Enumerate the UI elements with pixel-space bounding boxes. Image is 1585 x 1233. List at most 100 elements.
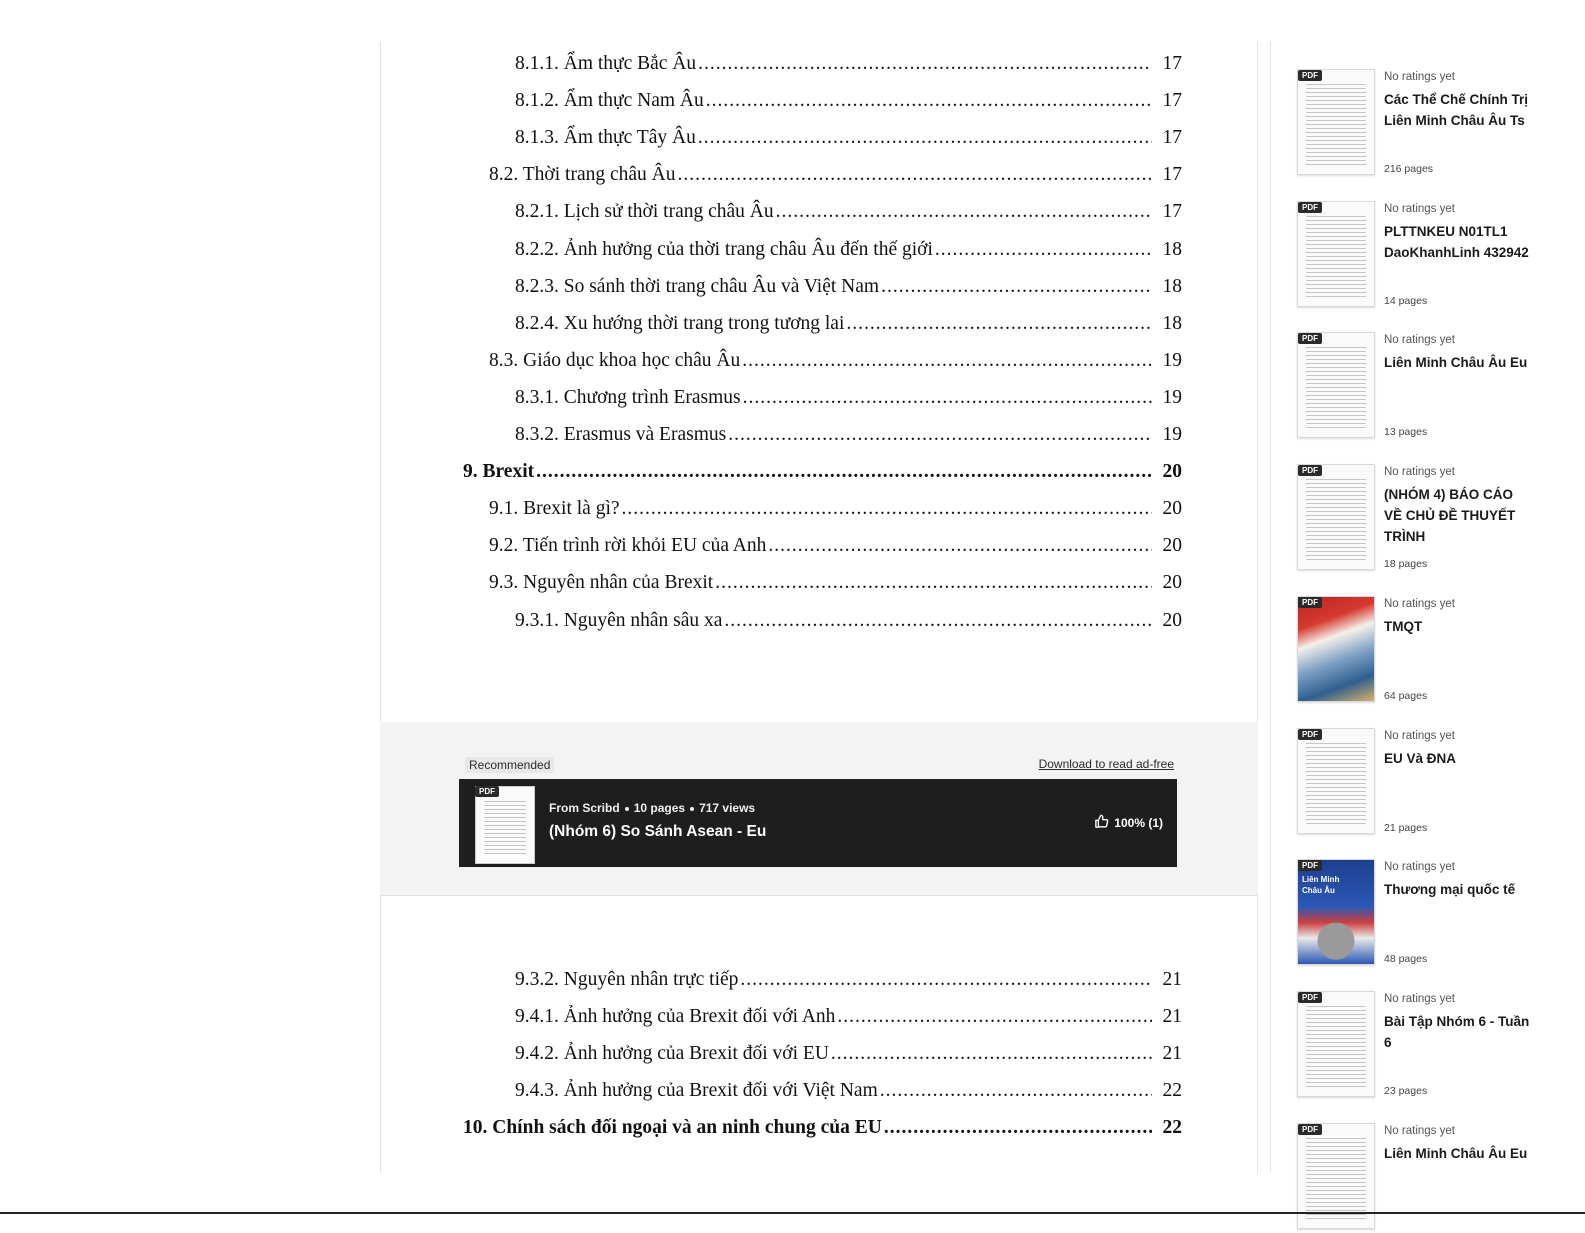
document-rating: No ratings yet bbox=[1384, 71, 1455, 83]
document-thumbnail[interactable]: PDF bbox=[1297, 464, 1375, 571]
related-document-item[interactable]: PDF No ratings yet Các Thể Chế Chính Trị L… bbox=[1297, 69, 1577, 179]
document-title[interactable]: Các Thể Chế Chính Trị Liên Minh Châu Âu … bbox=[1384, 89, 1534, 131]
thumbs-up-icon bbox=[1094, 814, 1109, 832]
document-title[interactable]: Liên Minh Châu Âu Eu bbox=[1384, 352, 1534, 373]
document-title[interactable]: TMQT bbox=[1384, 616, 1534, 637]
toc-dot-leader bbox=[881, 276, 1152, 298]
toc-entry[interactable]: 8.2.4. Xu hướng thời trang trong tương l… bbox=[381, 313, 1257, 335]
toc-entry[interactable]: 9.3.2. Nguyên nhân trực tiếp 21 bbox=[381, 969, 1257, 991]
toc-entry[interactable]: 8.3.1. Chương trình Erasmus 19 bbox=[381, 387, 1257, 409]
toc-entry[interactable]: 8.2.3. So sánh thời trang châu Âu và Việ… bbox=[381, 276, 1257, 298]
document-rating: No ratings yet bbox=[1384, 1124, 1455, 1137]
document-thumbnail[interactable]: PDF bbox=[1297, 69, 1375, 175]
download-ad-free-link[interactable]: Download to read ad-free bbox=[1039, 757, 1174, 771]
related-document-item[interactable]: PDF No ratings yet (NHÓM 4) BÁO CÁO VỀ CHỦ… bbox=[1297, 464, 1577, 574]
document-preview bbox=[484, 801, 526, 855]
related-document-item[interactable]: PDF No ratings yet PLTTNKEU N01TL1 DaoKhan… bbox=[1297, 200, 1577, 311]
pdf-badge: PDF bbox=[1298, 201, 1322, 213]
toc-dot-leader bbox=[678, 164, 1153, 186]
toc-entry[interactable]: 8.3.2. Erasmus và Erasmus 19 bbox=[381, 424, 1257, 446]
toc-entry[interactable]: 9.4.2. Ảnh hưởng của Brexit đối với EU 21 bbox=[381, 1043, 1257, 1065]
related-document-item[interactable]: PDF No ratings yet Liên Minh Châu Âu Eu bbox=[1297, 1122, 1577, 1233]
toc-entry-page: 17 bbox=[1162, 201, 1183, 223]
toc-entry[interactable]: 8.2. Thời trang châu Âu 17 bbox=[381, 164, 1257, 186]
document-preview bbox=[1306, 84, 1366, 166]
thumbnail-cover-text: Liên Minh Châu Âu bbox=[1302, 875, 1340, 896]
document-thumbnail[interactable]: PDF bbox=[1297, 200, 1375, 307]
recommended-rating: 100% (1) bbox=[1094, 814, 1163, 832]
document-rating: No ratings yet bbox=[1384, 992, 1455, 1005]
toc-dot-leader bbox=[884, 1117, 1152, 1139]
document-preview bbox=[1306, 1005, 1366, 1088]
toc-entry[interactable]: 9.3. Nguyên nhân của Brexit 20 bbox=[381, 572, 1257, 594]
related-document-item[interactable]: PDF No ratings yet TMQT 64 pages bbox=[1297, 595, 1577, 706]
document-title[interactable]: (NHÓM 4) BÁO CÁO VỀ CHỦ ĐỀ THUYẾT TRÌNH bbox=[1384, 484, 1534, 547]
document-title[interactable]: EU Và ĐNA bbox=[1384, 748, 1534, 769]
document-page-bottom: 9.3.2. Nguyên nhân trực tiếp219.4.1. Ảnh… bbox=[380, 895, 1258, 1173]
document-thumbnail[interactable]: PDF bbox=[1297, 595, 1375, 702]
toc-entry-title: 9.3.2. Nguyên nhân trực tiếp bbox=[515, 969, 739, 990]
toc-dot-leader bbox=[742, 350, 1152, 372]
recommended-pages: 10 pages bbox=[633, 801, 686, 815]
pdf-badge: PDF bbox=[1298, 70, 1322, 81]
toc-entry-page: 17 bbox=[1162, 53, 1183, 74]
toc-entry[interactable]: 8.3. Giáo dục khoa học châu Âu 19 bbox=[381, 350, 1257, 372]
toc-entry-title: 8.2.3. So sánh thời trang châu Âu và Việ… bbox=[515, 275, 880, 297]
toc-entry-page: 17 bbox=[1162, 164, 1183, 186]
toc-entry[interactable]: 9. Brexit 20 bbox=[381, 461, 1257, 483]
toc-entry[interactable]: 10. Chính sách đối ngoại và an ninh chun… bbox=[381, 1117, 1257, 1139]
recommended-label: Recommended bbox=[465, 757, 555, 773]
toc-entry-page: 20 bbox=[1162, 461, 1183, 483]
recommended-document-card[interactable]: PDF From Scribd 10 pages 717 views (Nhóm 6… bbox=[459, 779, 1177, 867]
document-thumbnail[interactable]: PDF bbox=[1297, 332, 1375, 439]
related-document-item[interactable]: PDF No ratings yet EU Và ĐNA 21 pages bbox=[1297, 727, 1577, 838]
toc-entry-title: 9.3. Nguyên nhân của Brexit bbox=[489, 572, 714, 594]
document-title[interactable]: Thương mại quốc tế bbox=[1384, 879, 1534, 900]
document-title[interactable]: Liên Minh Châu Âu Eu bbox=[1384, 1143, 1534, 1164]
toc-entry[interactable]: 8.2.2. Ảnh hưởng của thời trang châu Âu … bbox=[381, 239, 1257, 261]
toc-entry[interactable]: 9.4.1. Ảnh hưởng của Brexit đối với Anh 2… bbox=[381, 1006, 1257, 1028]
document-rating: No ratings yet bbox=[1384, 861, 1455, 874]
toc-entry-title: 8.3.1. Chương trình Erasmus bbox=[515, 386, 741, 408]
toc-dot-leader bbox=[715, 572, 1152, 594]
toc-entry-title: 8.1.2. Ẩm thực Nam Âu bbox=[515, 90, 704, 112]
toc-entry-page: 21 bbox=[1162, 1006, 1183, 1028]
toc-entry[interactable]: 9.2. Tiến trình rời khỏi EU của Anh 20 bbox=[381, 535, 1257, 557]
toc-entry-title: 9.2. Tiến trình rời khỏi EU của Anh bbox=[489, 535, 767, 557]
toc-entry[interactable]: 8.1.1. Ẩm thực Bắc Âu 17 bbox=[381, 53, 1257, 75]
toc-entry-page: 20 bbox=[1162, 572, 1183, 594]
related-document-item[interactable]: PDF No ratings yet Bài Tập Nhóm 6 - Tuần 6… bbox=[1297, 990, 1577, 1101]
document-thumbnail[interactable]: PDF Liên Minh Châu Âu bbox=[1297, 859, 1375, 966]
toc-entry[interactable]: 8.1.2. Ẩm thực Nam Âu 17 bbox=[381, 90, 1257, 112]
toc-dot-leader bbox=[698, 53, 1152, 75]
recommended-title[interactable]: (Nhóm 6) So Sánh Asean - Eu bbox=[549, 823, 766, 841]
document-title[interactable]: Bài Tập Nhóm 6 - Tuần 6 bbox=[1384, 1011, 1534, 1053]
toc-entry-title: 9.4.3. Ảnh hưởng của Brexit đối với Việt… bbox=[515, 1080, 878, 1102]
toc-entry-title: 8.3. Giáo dục khoa học châu Âu bbox=[489, 349, 741, 371]
toc-dot-leader bbox=[536, 461, 1152, 483]
toc-entry[interactable]: 9.4.3. Ảnh hưởng của Brexit đối với Việt… bbox=[381, 1080, 1257, 1102]
document-page-count: 48 pages bbox=[1384, 953, 1428, 966]
toc-entry[interactable]: 8.2.1. Lịch sử thời trang châu Âu 17 bbox=[381, 201, 1257, 223]
toc-dot-leader bbox=[706, 90, 1152, 112]
toc-entry[interactable]: 9.1. Brexit là gì? 20 bbox=[381, 498, 1257, 520]
pdf-badge: PDF bbox=[1298, 1123, 1322, 1135]
toc-entry-title: 8.2.2. Ảnh hưởng của thời trang châu Âu … bbox=[515, 238, 933, 260]
toc-entry-page: 18 bbox=[1162, 238, 1183, 260]
document-thumbnail[interactable]: PDF bbox=[1297, 727, 1375, 834]
toc-entry[interactable]: 9.3.1. Nguyên nhân sâu xa 20 bbox=[381, 610, 1257, 632]
toc-entry-title: 8.2. Thời trang châu Âu bbox=[489, 164, 676, 186]
document-title[interactable]: PLTTNKEU N01TL1 DaoKhanhLinh 432942 bbox=[1384, 221, 1534, 263]
toc-dot-leader bbox=[846, 313, 1152, 335]
related-document-item[interactable]: PDF No ratings yet Liên Minh Châu Âu Eu 13 … bbox=[1297, 332, 1577, 442]
toc-entry-page: 20 bbox=[1162, 609, 1183, 631]
recommended-document-thumbnail[interactable]: PDF bbox=[475, 786, 535, 864]
toc-entry-title: 8.1.1. Ẩm thực Bắc Âu bbox=[515, 53, 697, 74]
document-thumbnail[interactable]: PDF bbox=[1297, 990, 1375, 1097]
toc-dot-leader bbox=[880, 1080, 1152, 1102]
pdf-badge: PDF bbox=[1298, 333, 1322, 345]
related-document-item[interactable]: PDF Liên Minh Châu Âu No ratings yet Thương… bbox=[1297, 859, 1577, 969]
document-preview bbox=[1306, 479, 1366, 562]
recommended-band: Recommended Download to read ad-free PDF… bbox=[380, 722, 1258, 895]
toc-entry[interactable]: 8.1.3. Ẩm thực Tây Âu 17 bbox=[381, 127, 1257, 149]
